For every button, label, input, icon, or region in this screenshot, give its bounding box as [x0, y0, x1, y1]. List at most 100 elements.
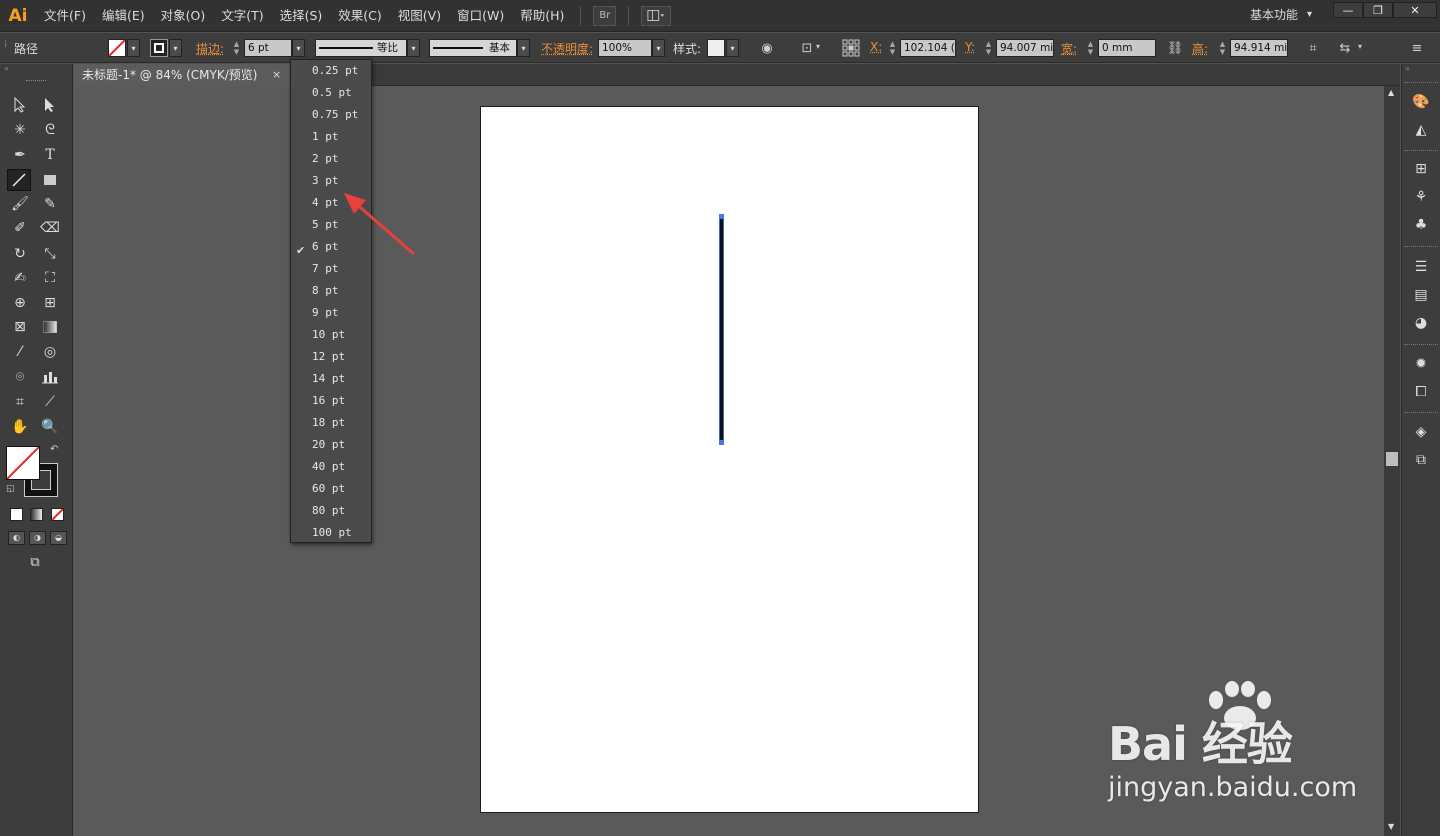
stroke-option-0-5pt[interactable]: 0.5 pt — [312, 82, 372, 104]
warp-tool-icon[interactable]: ✍ — [8, 267, 32, 289]
swatches-panel-icon[interactable]: ⊞ — [1410, 158, 1432, 180]
gradient-panel-icon[interactable]: ▤ — [1410, 284, 1432, 306]
rectangle-tool-icon[interactable] — [38, 169, 62, 191]
stroke-color-dropdown[interactable]: ▾ — [169, 39, 182, 57]
stroke-option-16pt[interactable]: 16 pt — [312, 390, 372, 412]
stroke-option-10pt[interactable]: 10 pt — [312, 324, 372, 346]
eraser-tool-icon[interactable]: ⌫ — [38, 217, 62, 239]
document-tab[interactable]: 未标题-1* @ 84% (CMYK/预览) × — [74, 64, 290, 86]
column-graph-tool-icon[interactable] — [38, 366, 62, 388]
stroke-option-60pt[interactable]: 60 pt — [312, 478, 372, 500]
stroke-weight-stepper[interactable]: ▲ ▼ — [231, 39, 242, 57]
symbol-sprayer-tool-icon[interactable]: ⌾ — [8, 366, 32, 388]
isolate-icon[interactable]: ⇆ — [1334, 38, 1356, 58]
blob-brush-tool-icon[interactable]: ✐ — [8, 217, 32, 239]
selected-line-path[interactable] — [719, 216, 724, 442]
perspective-grid-tool-icon[interactable]: ⊞ — [38, 292, 62, 314]
graphic-style-swatch[interactable] — [707, 39, 725, 57]
height-input[interactable]: 94.914 mi — [1230, 39, 1288, 57]
swap-fill-stroke-icon[interactable]: ↶ — [50, 444, 58, 455]
shape-builder-tool-icon[interactable]: ⊕ — [8, 292, 32, 314]
appearance-panel-icon[interactable]: ✹ — [1410, 353, 1432, 375]
stroke-option-20pt[interactable]: 20 pt — [312, 434, 372, 456]
stroke-option-7pt[interactable]: 7 pt — [312, 258, 372, 280]
magic-wand-tool-icon[interactable]: ✳ — [8, 119, 32, 141]
menu-window[interactable]: 窗口(W) — [449, 0, 512, 32]
gradient-tool-icon[interactable] — [38, 316, 62, 338]
hand-tool-icon[interactable]: ✋ — [8, 416, 32, 438]
menu-edit[interactable]: 编辑(E) — [94, 0, 153, 32]
stroke-option-0-75pt[interactable]: 0.75 pt — [312, 104, 372, 126]
recolor-artwork-icon[interactable]: ◉ — [756, 38, 778, 58]
align-dropdown-icon[interactable]: ▾ — [816, 42, 820, 51]
stroke-weight-input[interactable]: 6 pt — [244, 39, 292, 57]
zoom-tool-icon[interactable]: 🔍 — [38, 416, 62, 438]
blend-tool-icon[interactable]: ◎ — [38, 341, 62, 363]
bridge-button[interactable]: Br — [593, 5, 617, 26]
draw-inside-icon[interactable]: ◒ — [50, 531, 67, 545]
reference-point-icon[interactable] — [840, 38, 862, 58]
paintbrush-tool-icon[interactable]: 🖌 — [8, 193, 32, 215]
artboards-panel-icon[interactable]: ⧉ — [1410, 449, 1432, 471]
stroke-option-1pt[interactable]: 1 pt — [312, 126, 372, 148]
align-to-icon[interactable]: ⊡ — [796, 38, 818, 58]
opacity-input[interactable]: 100% — [598, 39, 652, 57]
slice-tool-icon[interactable]: ⟋ — [38, 391, 62, 413]
pencil-tool-icon[interactable]: ✎ — [38, 193, 62, 215]
expand-panels-icon[interactable]: « — [1405, 64, 1410, 73]
layers-panel-icon[interactable]: ◈ — [1410, 421, 1432, 443]
constrain-proportions-icon[interactable]: ⛓ — [1164, 38, 1186, 58]
close-button[interactable]: ✕ — [1393, 2, 1437, 18]
stroke-option-14pt[interactable]: 14 pt — [312, 368, 372, 390]
stroke-weight-label[interactable]: 描边: — [196, 40, 224, 57]
stroke-option-2pt[interactable]: 2 pt — [312, 148, 372, 170]
gradient-mode-icon[interactable] — [30, 508, 43, 521]
default-colors-icon[interactable]: ◱ — [6, 484, 15, 494]
eyedropper-tool-icon[interactable]: ⁄ — [8, 341, 32, 363]
workspace-switcher[interactable]: 基本功能 — [1250, 0, 1312, 32]
stroke-weight-dropdown[interactable]: ▾ — [292, 39, 305, 57]
transform-icon[interactable]: ⌗ — [1302, 38, 1324, 58]
minimize-button[interactable]: — — [1333, 2, 1363, 18]
y-input[interactable]: 94.007 mi — [996, 39, 1054, 57]
variable-width-profile[interactable]: 等比 — [315, 39, 407, 57]
menu-type[interactable]: 文字(T) — [213, 0, 271, 32]
stroke-option-18pt[interactable]: 18 pt — [312, 412, 372, 434]
x-stepper[interactable]: ▲ ▼ — [887, 39, 898, 57]
height-stepper[interactable]: ▲ ▼ — [1217, 39, 1228, 57]
color-panel-icon[interactable]: 🎨 — [1410, 91, 1432, 113]
brushes-panel-icon[interactable]: ⚘ — [1410, 186, 1432, 208]
stroke-option-40pt[interactable]: 40 pt — [312, 456, 372, 478]
color-mode-icon[interactable] — [10, 508, 23, 521]
stroke-option-12pt[interactable]: 12 pt — [312, 346, 372, 368]
collapse-icon[interactable]: « — [0, 64, 73, 74]
free-transform-tool-icon[interactable]: ⛶ — [38, 267, 62, 289]
arrange-documents-button[interactable] — [641, 5, 672, 26]
brush-definition[interactable]: 基本 — [429, 39, 517, 57]
none-mode-icon[interactable] — [51, 508, 64, 521]
anchor-point-top[interactable] — [719, 214, 724, 219]
isolate-dropdown-icon[interactable]: ▾ — [1358, 42, 1362, 51]
height-label[interactable]: 高: — [1192, 40, 1208, 57]
lasso-tool-icon[interactable]: ᘓ — [38, 119, 62, 141]
scale-tool-icon[interactable]: ⤡ — [38, 243, 62, 265]
stroke-option-0-25pt[interactable]: 0.25 pt — [312, 60, 372, 82]
fill-dropdown[interactable]: ▾ — [127, 39, 140, 57]
rotate-tool-icon[interactable]: ↻ — [8, 243, 32, 265]
menu-object[interactable]: 对象(O) — [153, 0, 214, 32]
screen-mode-icon[interactable]: ⧉ — [24, 555, 46, 571]
stroke-option-100pt[interactable]: 100 pt — [312, 522, 372, 544]
profile-dropdown[interactable]: ▾ — [407, 39, 420, 57]
stroke-option-8pt[interactable]: 8 pt — [312, 280, 372, 302]
stroke-color-box[interactable] — [24, 463, 58, 497]
y-label[interactable]: Y: — [965, 40, 975, 54]
color-guide-icon[interactable]: ◭ — [1410, 119, 1432, 141]
pen-tool-icon[interactable]: ✒ — [8, 144, 32, 166]
artboard[interactable] — [480, 106, 979, 813]
x-input[interactable]: 102.104 ( — [900, 39, 956, 57]
menu-effect[interactable]: 效果(C) — [330, 0, 389, 32]
stroke-option-80pt[interactable]: 80 pt — [312, 500, 372, 522]
symbols-panel-icon[interactable]: ♣ — [1410, 214, 1432, 236]
menu-view[interactable]: 视图(V) — [390, 0, 449, 32]
width-stepper[interactable]: ▲ ▼ — [1085, 39, 1096, 57]
